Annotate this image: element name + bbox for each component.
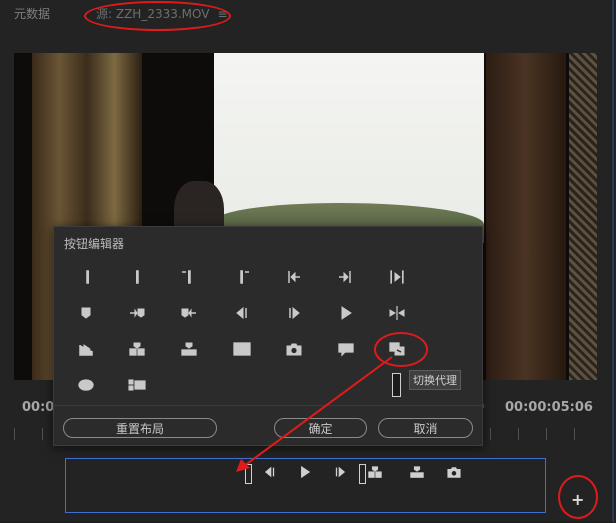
transport-toolbar[interactable]: [65, 458, 546, 513]
shuttle-button[interactable]: [382, 301, 412, 325]
toolbar-insert-button[interactable]: [363, 463, 387, 481]
export-frame-button[interactable]: [71, 337, 101, 361]
toolbar-step-forward-button[interactable]: [328, 463, 352, 481]
clear-out-button[interactable]: [229, 265, 259, 289]
export-frame-camera-button[interactable]: [279, 337, 309, 361]
tooltip: 切换代理: [409, 370, 461, 390]
insertion-marker: [245, 464, 252, 484]
step-forward-button[interactable]: [279, 301, 309, 325]
multi-camera-button[interactable]: [122, 373, 152, 397]
comment-icon: [338, 343, 354, 357]
toolbar-play-button[interactable]: [293, 463, 317, 481]
clear-out-icon: [240, 270, 249, 284]
safe-margins-icon: [233, 342, 251, 356]
step-back-icon: [236, 306, 247, 320]
clear-in-icon: [182, 270, 191, 284]
mark-out-icon: [136, 270, 139, 284]
button-editor-plus-button[interactable]: +: [571, 490, 584, 509]
tab-source[interactable]: 源: ZZH_2333.MOV ≡: [96, 5, 228, 22]
comment-button[interactable]: [331, 337, 361, 361]
go-to-out-button[interactable]: [330, 265, 360, 289]
tab-source-label: 源: ZZH_2333.MOV: [96, 7, 210, 21]
next-marker-icon: [130, 308, 145, 318]
go-to-previous-marker-button[interactable]: [174, 301, 204, 325]
play-in-to-out-button[interactable]: [382, 265, 412, 289]
toolbar-step-back-button[interactable]: [258, 463, 282, 481]
toolbar-export-frame-button[interactable]: [442, 463, 466, 481]
step-back-button[interactable]: [227, 301, 257, 325]
overwrite-icon: [181, 342, 197, 356]
go-to-in-button[interactable]: [279, 265, 309, 289]
duration-timecode: 00:00:05:06: [505, 400, 593, 415]
step-forward-icon: [335, 466, 346, 478]
dialog-title: 按钮编辑器: [64, 237, 125, 251]
insert-button[interactable]: [122, 337, 152, 361]
play-in-to-out-icon: [390, 270, 404, 284]
divider: [54, 405, 482, 406]
step-back-icon: [264, 466, 275, 478]
loop-icon: [78, 379, 94, 391]
play-icon: [301, 465, 311, 479]
camera-icon: [447, 467, 461, 478]
toggle-proxies-icon: [389, 342, 405, 356]
shuttle-icon: [389, 306, 405, 320]
go-to-in-icon: [288, 271, 300, 283]
safe-margins-button[interactable]: [227, 337, 257, 361]
step-forward-icon: [289, 306, 300, 320]
camera-icon: [286, 343, 302, 356]
button-editor-dialog: 按钮编辑器 重置布局 确定 取消: [53, 226, 483, 446]
reset-layout-button[interactable]: 重置布局: [63, 418, 217, 438]
current-timecode[interactable]: 00:0: [22, 400, 54, 415]
overwrite-icon: [410, 466, 424, 478]
export-frame-icon: [79, 344, 93, 356]
drag-placeholder: [392, 373, 401, 397]
mark-out-button[interactable]: [122, 265, 152, 289]
marker-icon: [81, 307, 91, 319]
mark-in-button[interactable]: [73, 265, 103, 289]
go-to-out-icon: [339, 271, 351, 283]
cancel-button[interactable]: 取消: [378, 418, 473, 438]
hamburger-icon[interactable]: ≡: [217, 7, 227, 21]
previous-marker-icon: [181, 308, 196, 318]
play-icon: [341, 306, 352, 320]
insert-icon: [129, 342, 145, 356]
toolbar-overwrite-button[interactable]: [405, 463, 429, 481]
tab-metadata[interactable]: 元数据: [14, 5, 50, 22]
loop-button[interactable]: [71, 373, 101, 397]
overwrite-button[interactable]: [174, 337, 204, 361]
ok-button[interactable]: 确定: [274, 418, 367, 438]
insert-icon: [368, 466, 382, 478]
toggle-proxies-button[interactable]: [382, 337, 412, 361]
go-to-next-marker-button[interactable]: [122, 301, 152, 325]
clear-in-button[interactable]: [172, 265, 202, 289]
add-marker-button[interactable]: [71, 301, 101, 325]
multi-camera-icon: [128, 379, 146, 391]
play-button[interactable]: [331, 301, 361, 325]
mark-in-icon: [86, 270, 89, 284]
